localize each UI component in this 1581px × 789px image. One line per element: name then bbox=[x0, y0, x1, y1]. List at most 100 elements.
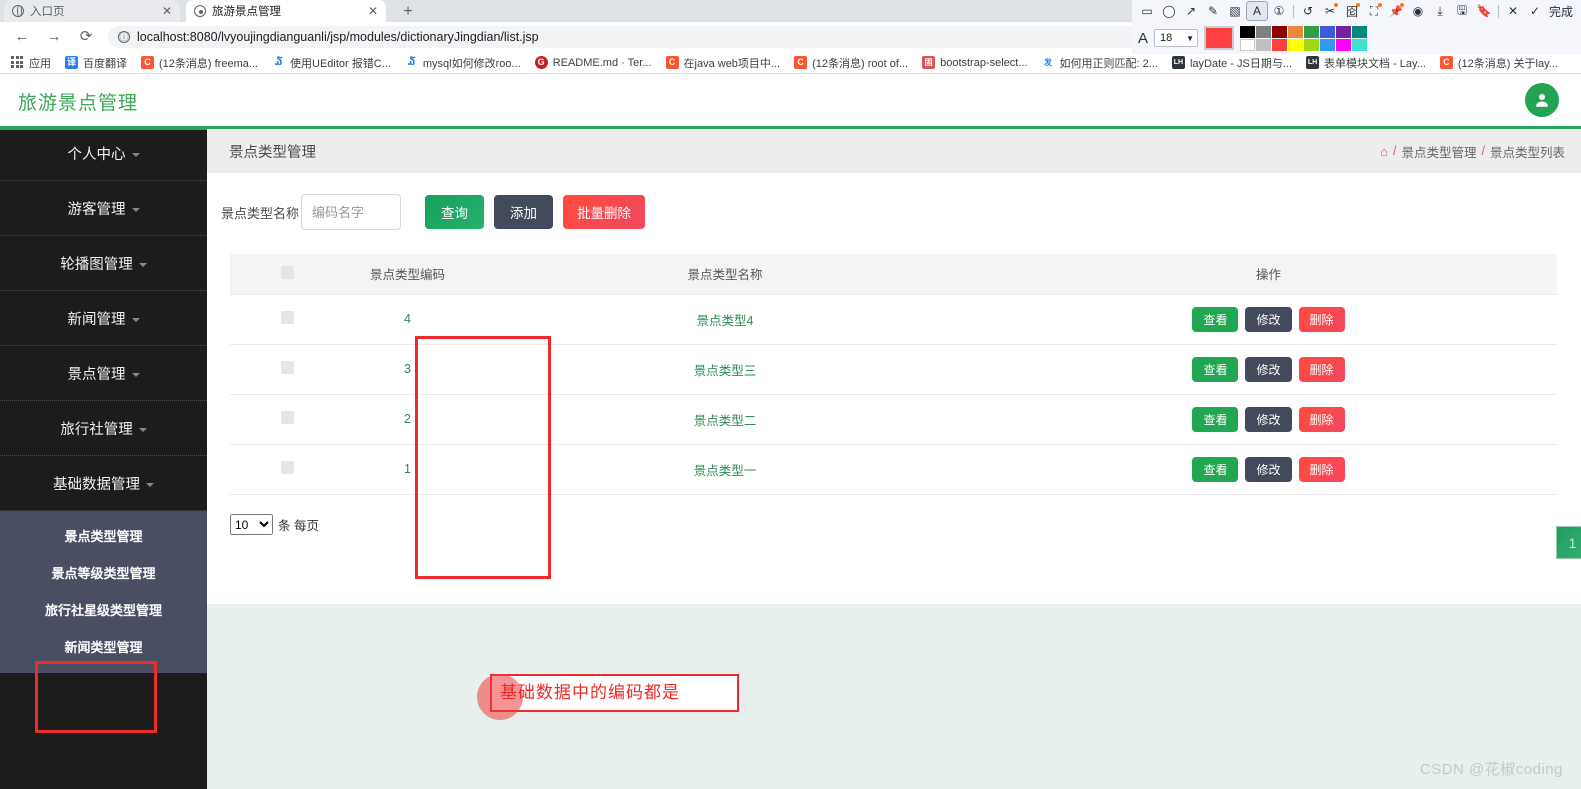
browser-tab-2[interactable]: 旅游景点管理 ✕ bbox=[186, 0, 386, 22]
apps-grid-icon bbox=[11, 56, 24, 69]
bookmark-item[interactable]: 发 如何用正则匹配: 2... bbox=[1035, 53, 1165, 73]
breadcrumb-separator: / bbox=[1393, 144, 1397, 158]
sidebar-item-carousel-management[interactable]: 轮播图管理 bbox=[0, 236, 207, 291]
view-button[interactable]: 查看 bbox=[1192, 306, 1239, 332]
sidebar-subitem-attraction-level-type[interactable]: 景点等级类型管理 bbox=[0, 554, 207, 591]
edit-button[interactable]: 修改 bbox=[1245, 356, 1292, 382]
sidebar-item-tourist-management[interactable]: 游客管理 bbox=[0, 181, 207, 236]
undo-tool-icon[interactable]: ↺ bbox=[1297, 1, 1319, 21]
browser-tab-1[interactable]: 入口页 ✕ bbox=[4, 0, 180, 22]
reload-icon[interactable]: ⟳ bbox=[72, 23, 100, 51]
delete-button[interactable]: 删除 bbox=[1298, 406, 1345, 432]
bookmark-item[interactable]: C (12条消息) 关于lay... bbox=[1433, 53, 1565, 73]
rectangle-tool-icon[interactable]: ▭ bbox=[1136, 1, 1158, 21]
mosaic-tool-icon[interactable]: ▧ bbox=[1224, 1, 1246, 21]
bookmark-item[interactable]: C (12条消息) freema... bbox=[134, 53, 265, 73]
record-tool-icon[interactable]: ◉ bbox=[1407, 1, 1429, 21]
delete-button[interactable]: 删除 bbox=[1298, 456, 1345, 482]
row-checkbox[interactable] bbox=[281, 361, 294, 374]
forward-icon[interactable]: → bbox=[40, 23, 68, 51]
sidebar-item-personal-center[interactable]: 个人中心 bbox=[0, 126, 207, 181]
arrow-tool-icon[interactable]: ↗ bbox=[1180, 1, 1202, 21]
new-tab-button[interactable]: + bbox=[396, 2, 420, 22]
bookmark-label: 使用UEditor 报错C... bbox=[290, 57, 391, 70]
font-icon: A bbox=[1138, 29, 1149, 47]
sidebar-item-attraction-management[interactable]: 景点管理 bbox=[0, 346, 207, 401]
color-swatch bbox=[1320, 38, 1336, 51]
row-checkbox[interactable] bbox=[281, 311, 294, 324]
back-icon[interactable]: ← bbox=[8, 23, 36, 51]
site-info-icon[interactable]: ⓘ bbox=[118, 31, 130, 43]
pen-tool-icon[interactable]: ✎ bbox=[1202, 1, 1224, 21]
bookmark-item[interactable]: LH layDate - JS日期与... bbox=[1165, 53, 1299, 73]
bookmarks-bar: 应用 译 百度翻译 C (12条消息) freema... ໓ 使用UEdito… bbox=[0, 52, 1581, 74]
delete-button[interactable]: 删除 bbox=[1298, 356, 1345, 382]
close-icon[interactable]: ✕ bbox=[162, 4, 172, 18]
breadcrumb-item[interactable]: 景点类型管理 bbox=[1401, 142, 1476, 161]
home-icon[interactable]: ⌂ bbox=[1380, 144, 1388, 159]
delete-button[interactable]: 删除 bbox=[1298, 306, 1345, 332]
bookmark-item[interactable]: G README.md · Ter... bbox=[528, 53, 659, 73]
edit-button[interactable]: 修改 bbox=[1245, 406, 1292, 432]
bookmark-item[interactable]: C 在java web项目中... bbox=[659, 53, 788, 73]
edit-button[interactable]: 修改 bbox=[1245, 306, 1292, 332]
color-swatch bbox=[1304, 25, 1320, 38]
page-size-select[interactable]: 10 20 50 100 bbox=[230, 514, 273, 535]
close-icon[interactable]: ✕ bbox=[368, 4, 378, 18]
address-bar[interactable]: ⓘ localhost:8080/lvyoujingdianguanli/jsp… bbox=[108, 26, 1158, 48]
sidebar-subitem-news-type[interactable]: 新闻类型管理 bbox=[0, 628, 207, 665]
serial-number-tool-icon[interactable]: ① bbox=[1268, 1, 1290, 21]
edit-button[interactable]: 修改 bbox=[1245, 456, 1292, 482]
current-color-swatch[interactable] bbox=[1204, 26, 1235, 50]
add-button[interactable]: 添加 bbox=[494, 195, 554, 229]
bookmark-label: 如何用正则匹配: 2... bbox=[1059, 57, 1158, 70]
color-swatch bbox=[1256, 38, 1272, 51]
font-size-select[interactable]: 18 ▼ bbox=[1154, 29, 1199, 47]
pin-tool-icon[interactable]: 📌 bbox=[1385, 1, 1407, 21]
translate-tool-icon[interactable]: ⛶ bbox=[1363, 1, 1385, 21]
sidebar-item-label: 游客管理 bbox=[67, 201, 126, 218]
sidebar-subitem-agency-star-type[interactable]: 旅行社星级类型管理 bbox=[0, 591, 207, 628]
done-button[interactable]: 完成 bbox=[1546, 3, 1573, 20]
bookmark-item[interactable]: C (12条消息) root of... bbox=[787, 53, 915, 73]
table-header-code: 景点类型编码 bbox=[345, 254, 470, 295]
confirm-tool-icon[interactable]: ✓ bbox=[1524, 1, 1546, 21]
ellipse-tool-icon[interactable]: ◯ bbox=[1158, 1, 1180, 21]
color-palette[interactable] bbox=[1240, 25, 1368, 51]
page-number-button[interactable]: 1 bbox=[1556, 526, 1581, 559]
bookmark-label: bootstrap-select... bbox=[940, 56, 1028, 69]
save-tool-icon[interactable]: 🖫 bbox=[1451, 1, 1473, 21]
bookmark-item[interactable]: ໓ 使用UEditor 报错C... bbox=[265, 53, 398, 73]
bookmark-item[interactable]: LH 表单模块文档 - Lay... bbox=[1299, 53, 1433, 73]
text-tool-icon[interactable]: A bbox=[1246, 1, 1268, 21]
view-button[interactable]: 查看 bbox=[1192, 456, 1239, 482]
bookmark-item[interactable]: ໓ mysql如何修改roo... bbox=[398, 53, 528, 73]
badge-dot bbox=[1334, 3, 1338, 7]
bookmark-item[interactable]: 固 bootstrap-select... bbox=[915, 53, 1034, 73]
search-input[interactable] bbox=[301, 194, 402, 230]
user-avatar[interactable] bbox=[1525, 83, 1559, 117]
bookmark-apps[interactable]: 应用 bbox=[4, 53, 58, 73]
color-swatch bbox=[1272, 38, 1288, 51]
sidebar-item-travel-agency-management[interactable]: 旅行社管理 bbox=[0, 401, 207, 456]
sidebar-filler bbox=[0, 673, 207, 713]
row-checkbox[interactable] bbox=[281, 461, 294, 474]
cancel-tool-icon[interactable]: ✕ bbox=[1502, 1, 1524, 21]
long-screenshot-tool-icon[interactable]: ✂ bbox=[1319, 1, 1341, 21]
select-all-checkbox[interactable] bbox=[281, 265, 294, 279]
ocr-tool-icon[interactable]: 囵 bbox=[1341, 1, 1363, 21]
sidebar-item-news-management[interactable]: 新闻管理 bbox=[0, 291, 207, 346]
tab-title: 入口页 bbox=[30, 6, 65, 18]
download-tool-icon[interactable]: ⤓ bbox=[1429, 1, 1451, 21]
row-checkbox[interactable] bbox=[281, 411, 294, 424]
view-button[interactable]: 查看 bbox=[1192, 406, 1239, 432]
sidebar-subitem-attraction-type[interactable]: 景点类型管理 bbox=[0, 517, 207, 554]
badge-dot bbox=[1356, 3, 1360, 7]
sidebar-item-basic-data-management[interactable]: 基础数据管理 bbox=[0, 456, 207, 511]
query-button[interactable]: 查询 bbox=[425, 195, 485, 229]
favorite-tool-icon[interactable]: 🔖 bbox=[1473, 1, 1495, 21]
view-button[interactable]: 查看 bbox=[1192, 356, 1239, 382]
chevron-down-icon: ▼ bbox=[1186, 33, 1195, 43]
bookmark-item[interactable]: 译 百度翻译 bbox=[58, 53, 134, 73]
batch-delete-button[interactable]: 批量删除 bbox=[563, 195, 646, 229]
